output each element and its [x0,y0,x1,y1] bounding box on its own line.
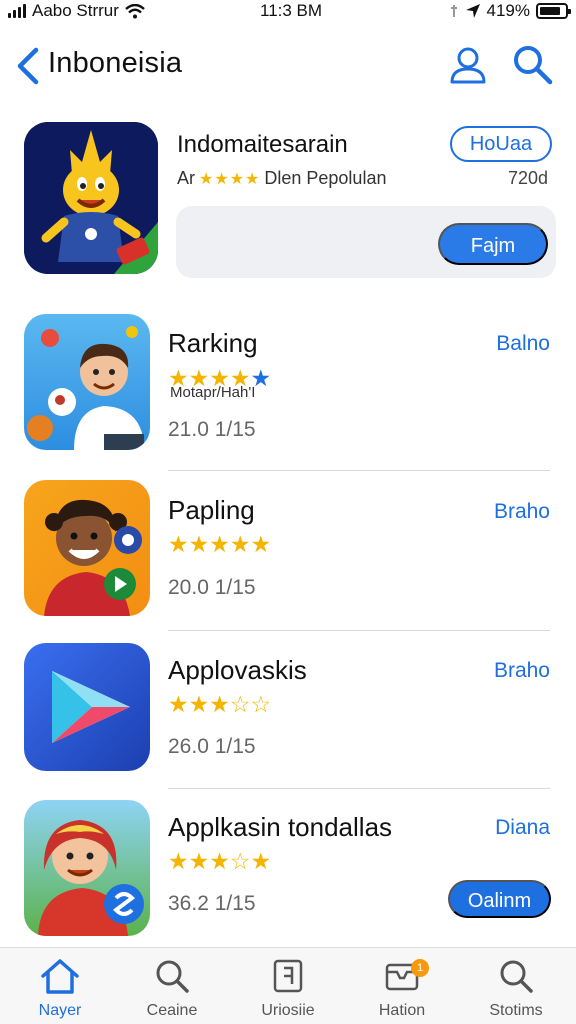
rating-stars: ★★★★ [199,170,261,188]
chevron-left-icon[interactable] [12,46,44,86]
tab-search[interactable]: Ceaine [122,958,222,1020]
tab-label: Stotims [489,1002,543,1019]
search-icon [156,960,189,993]
carrier-name: Aabo Strrur [32,1,119,20]
app-action-link[interactable]: Braho [494,500,550,524]
open-button[interactable]: Oalinm [448,880,551,918]
app-icon[interactable] [24,643,150,771]
empty-stars: ☆☆ [229,691,272,717]
person-icon[interactable] [446,42,490,86]
app-name: Rarking [168,328,258,358]
featured-app-icon[interactable] [24,122,158,274]
rating-stars: ★★★★★ [168,531,272,557]
battery-percent: 419% [486,1,530,20]
app-meta: 36.2 1/15 [168,892,256,915]
app-meta: 20.0 1/15 [168,576,256,599]
half-star: ☆ [229,848,251,874]
status-bar: Aabo Strrur 11:3 BM 419% [0,0,576,22]
home-icon [41,959,79,994]
developer-name: Dlen Pepolulan [264,168,387,188]
app-icon[interactable] [24,800,150,936]
nav-bar: Inboneisia [0,36,576,96]
tab-inbox[interactable]: 1 Hation [352,958,452,1020]
subtitle-prefix: Ar [177,168,195,188]
alarm-icon [450,5,457,17]
divider [168,788,550,789]
app-action-link[interactable]: Braho [494,659,550,683]
app-meta: 21.0 1/15 [168,418,256,441]
app-name: Papling [168,495,255,525]
page-title: Inboneisia [48,47,183,79]
divider [168,630,550,631]
tab-label: Uriosiie [261,1002,315,1019]
app-name: Applkasin tondallas [168,812,393,842]
divider [168,470,550,471]
status-time: 11:3 BM [260,1,323,20]
developer-name: Motapr/Hah'I [170,384,256,401]
tab-home[interactable]: Nayer [10,958,110,1020]
featured-app-name: Indomaitesarain [177,131,348,158]
app-size: 720d [507,168,548,188]
app-action-link[interactable]: Balno [496,332,550,356]
search-icon[interactable] [510,42,554,86]
rating-stars: ★★★☆☆ [168,691,271,718]
carrier: Aabo Strrur [8,1,145,21]
notification-badge: 1 [411,959,429,977]
filled-stars: ★★★ [168,691,230,717]
featured-app-subtitle: Ar ★★★★ Dlen Pepolulan [177,168,386,189]
tab-bar: Nayer Ceaine Uriosiie 1 Hation Stotims [0,947,576,1024]
tab-label: Hation [378,1002,426,1019]
app-icon[interactable] [24,480,150,616]
app-name: Applovaskis [168,655,307,685]
featured-panel: Fajm [176,206,556,278]
tab-label: Nayer [38,1002,82,1019]
filled-stars: ★★★ [168,848,230,874]
app-action-link[interactable]: Diana [495,816,550,840]
tab-label: Ceaine [146,1002,198,1019]
location-icon [465,4,480,18]
signal-icon [8,4,26,18]
tab-documents[interactable]: Uriosiie [238,958,338,1020]
battery-icon [536,3,571,19]
app-meta: 26.0 1/15 [168,735,256,758]
document-icon [273,959,303,993]
rating-stars: ★★★☆★ [168,848,271,875]
last-star: ★ [250,848,272,874]
get-button[interactable]: HoUaa [450,126,552,162]
app-icon[interactable] [24,314,150,450]
wifi-icon [125,3,145,18]
panel-action-button[interactable]: Fajm [438,223,548,265]
search-icon [500,960,533,993]
tab-stations[interactable]: Stotims [466,958,566,1020]
